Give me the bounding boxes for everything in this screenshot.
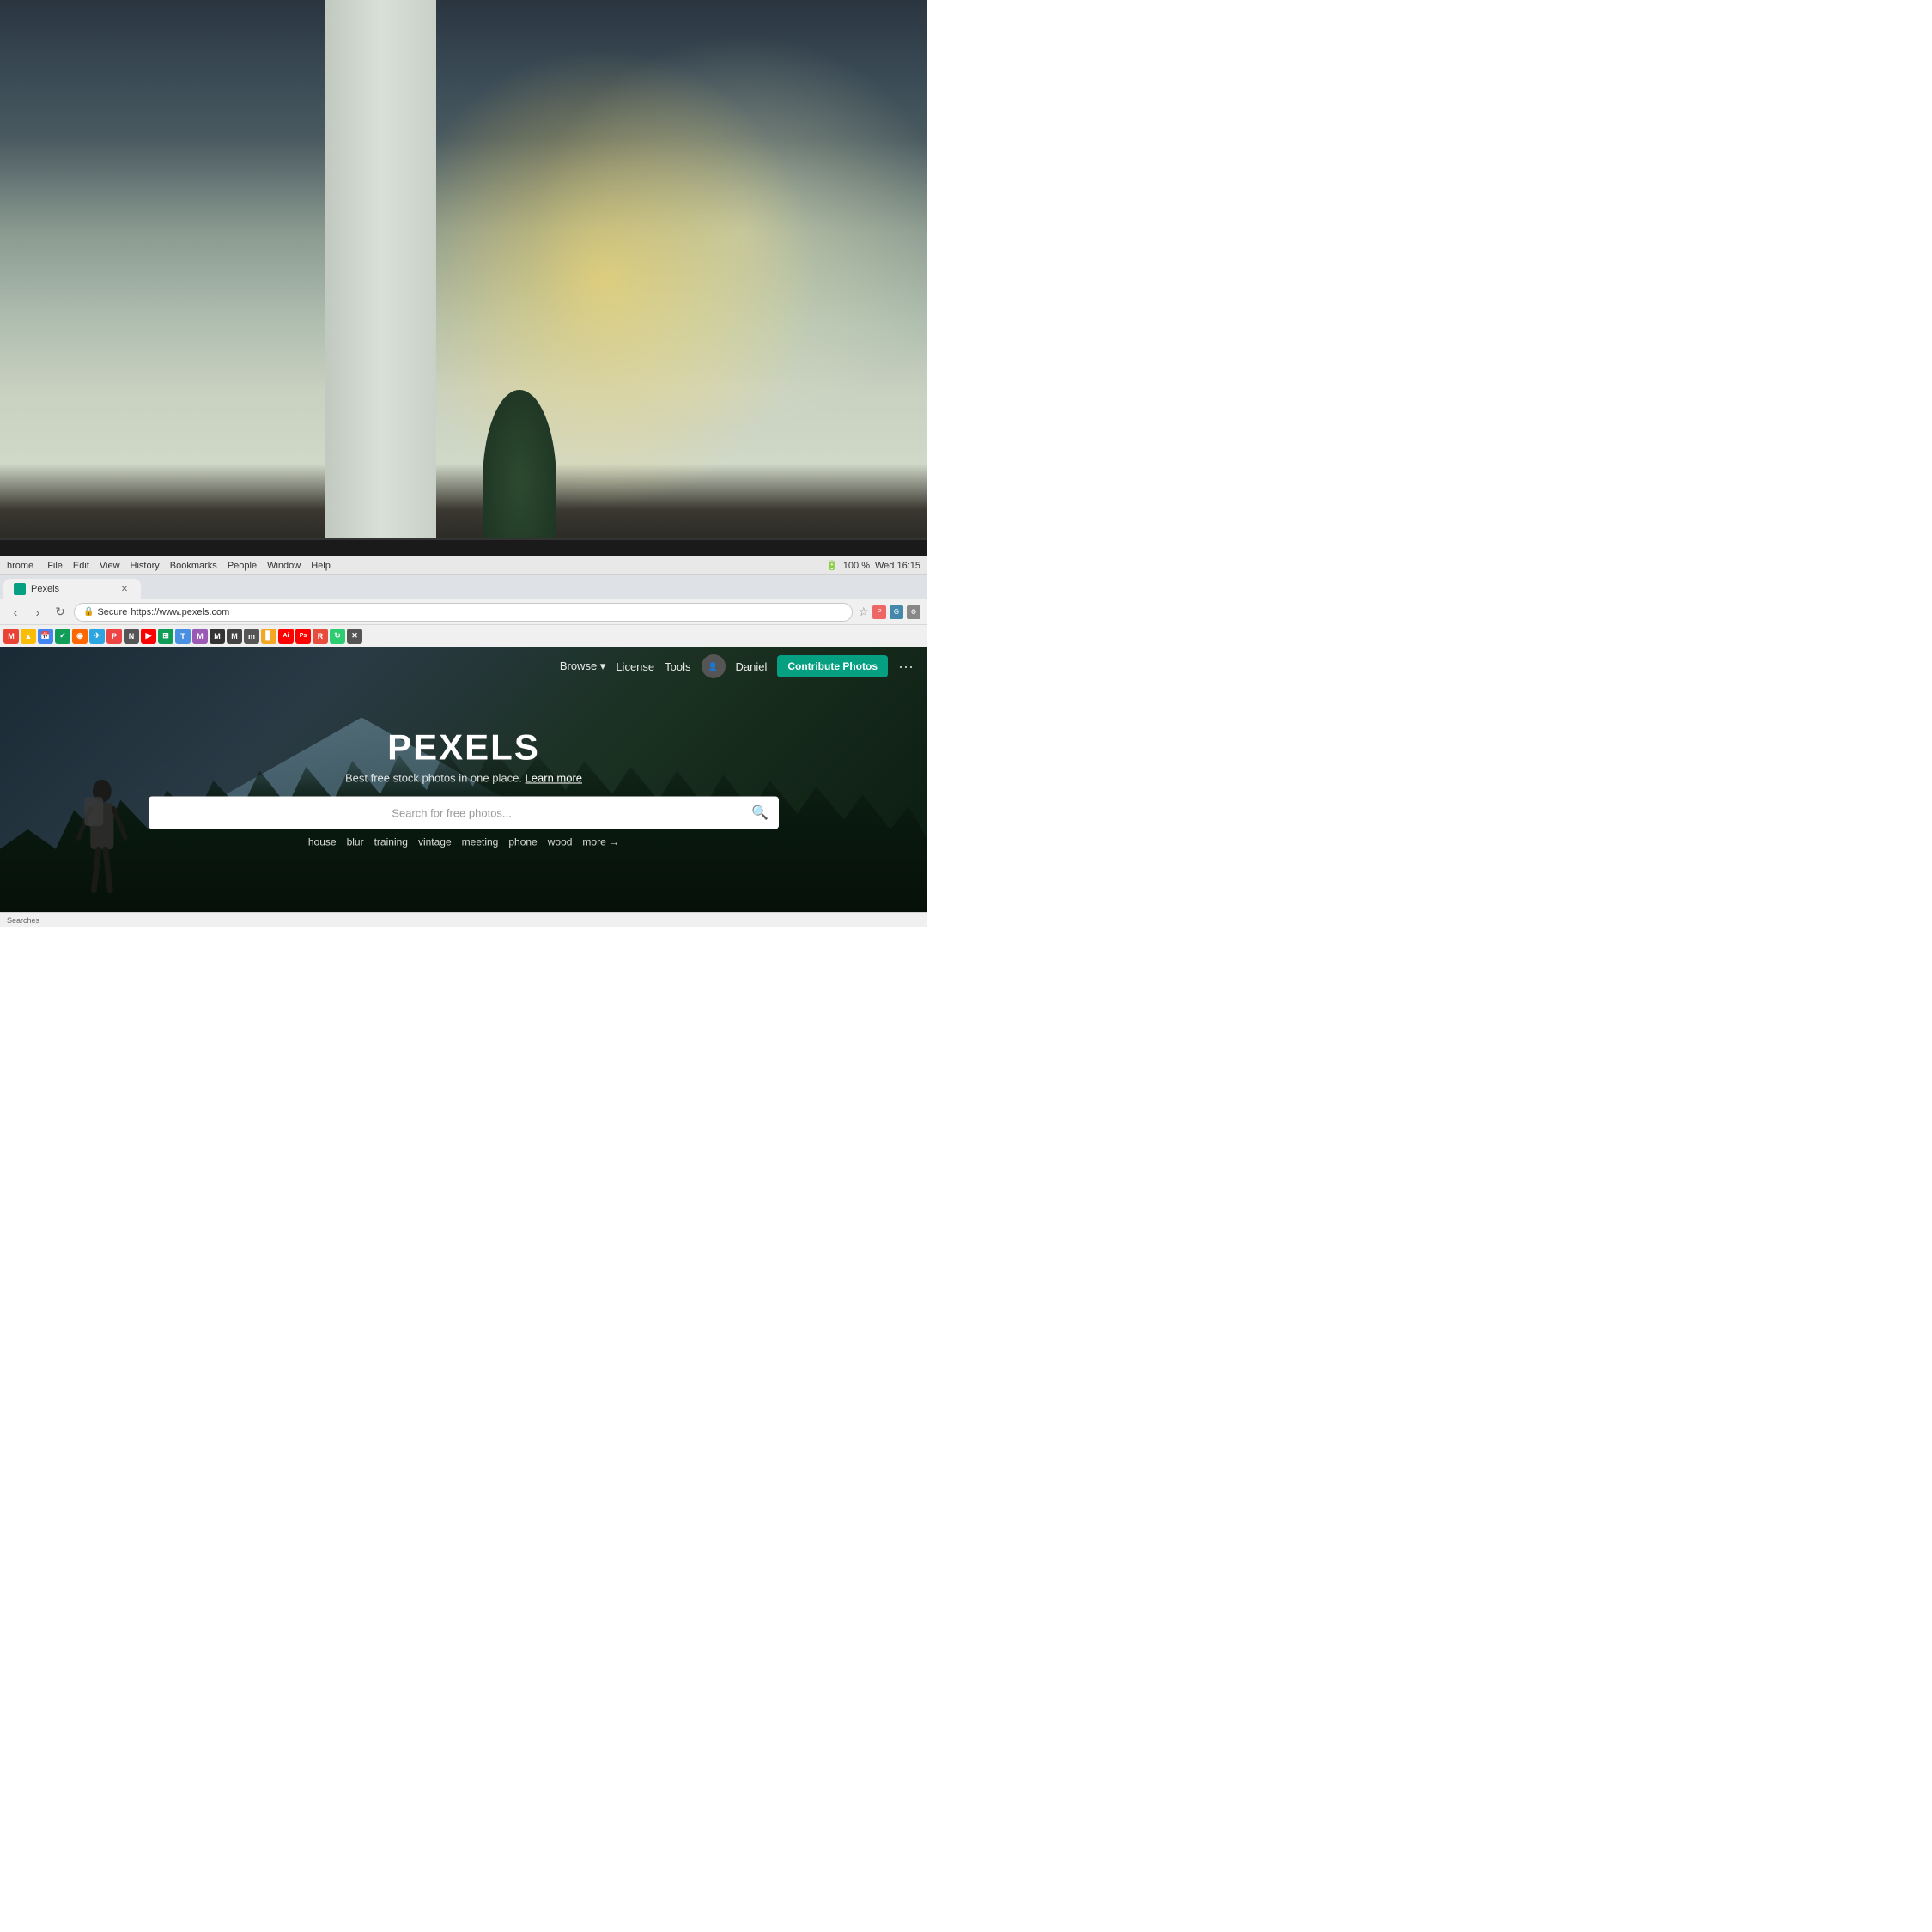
secure-icon: 🔒 — [83, 607, 94, 617]
ext-pdf[interactable]: P — [106, 629, 122, 644]
address-icons: ☆ P G ⚙ — [858, 605, 920, 619]
pexels-website: Browse ▾ License Tools 👤 Daniel Contribu… — [0, 647, 927, 927]
ext-tool2[interactable]: M — [192, 629, 208, 644]
ext-refresh[interactable]: ↻ — [330, 629, 345, 644]
ext-bar-chart[interactable]: ▊ — [261, 629, 276, 644]
ext-gdrive[interactable]: ▲ — [21, 629, 36, 644]
pexels-tagline: Best free stock photos in one place. Lea… — [93, 772, 835, 785]
menu-bookmarks[interactable]: Bookmarks — [170, 561, 217, 571]
ext-notes[interactable]: N — [124, 629, 139, 644]
suggestion-house[interactable]: house — [308, 836, 337, 848]
battery-percentage: 100 % — [843, 561, 870, 571]
suggestion-phone[interactable]: phone — [508, 836, 537, 848]
suggestions-more[interactable]: more → — [582, 836, 619, 848]
ext-sheets[interactable]: ⊞ — [158, 629, 173, 644]
browse-nav-link[interactable]: Browse ▾ — [560, 659, 606, 673]
user-name-label: Daniel — [736, 660, 768, 673]
address-field[interactable]: 🔒 Secure https://www.pexels.com — [74, 603, 853, 622]
suggestion-blur[interactable]: blur — [347, 836, 364, 848]
pexels-hero-content: PEXELS Best free stock photos in one pla… — [93, 727, 835, 848]
secure-label: Secure — [97, 607, 127, 617]
clock: Wed 16:15 — [875, 561, 920, 571]
pexels-logo: PEXELS — [93, 727, 835, 769]
extension-icon-1[interactable]: P — [872, 605, 886, 619]
ext-telegram[interactable]: ✈ — [89, 629, 105, 644]
search-suggestions: house blur training vintage meeting phon… — [93, 836, 835, 848]
browser-status-bar: Searches — [0, 912, 927, 927]
extensions-bar: M ▲ 📅 ✓ ◉ ✈ P N ▶ ⊞ T M M M m ▊ Ai Ps R … — [0, 625, 927, 647]
url-text: https://www.pexels.com — [131, 607, 229, 617]
pexels-navbar: Browse ▾ License Tools 👤 Daniel Contribu… — [0, 647, 927, 685]
browser-tab-pexels[interactable]: Pexels ✕ — [3, 579, 141, 599]
ext-adobe2[interactable]: Ps — [295, 629, 311, 644]
tab-title: Pexels — [31, 584, 59, 594]
license-nav-link[interactable]: License — [616, 660, 654, 673]
ext-youtube[interactable]: ▶ — [141, 629, 156, 644]
tools-nav-link[interactable]: Tools — [665, 660, 690, 673]
menu-history[interactable]: History — [131, 561, 160, 571]
menu-view[interactable]: View — [100, 561, 120, 571]
battery-icon: 🔋 — [826, 560, 838, 571]
menu-items: File Edit View History Bookmarks People … — [47, 561, 331, 571]
ext-calendar[interactable]: 📅 — [38, 629, 53, 644]
status-text: Searches — [7, 916, 39, 925]
ext-tool1[interactable]: T — [175, 629, 191, 644]
reload-button[interactable]: ↻ — [52, 604, 69, 621]
mac-menubar: hrome File Edit View History Bookmarks P… — [0, 556, 927, 575]
ext-task[interactable]: ✓ — [55, 629, 70, 644]
tab-close-button[interactable]: ✕ — [118, 583, 131, 595]
suggestion-training[interactable]: training — [374, 836, 408, 848]
learn-more-link[interactable]: Learn more — [526, 772, 582, 785]
contribute-photos-button[interactable]: Contribute Photos — [777, 655, 888, 677]
menu-help[interactable]: Help — [311, 561, 331, 571]
ext-circle[interactable]: ◉ — [72, 629, 88, 644]
suggestion-meeting[interactable]: meeting — [462, 836, 499, 848]
ext-reeder[interactable]: R — [313, 629, 328, 644]
address-bar-row: ‹ › ↻ 🔒 Secure https://www.pexels.com ☆ … — [0, 599, 927, 625]
bookmark-star-icon[interactable]: ☆ — [858, 605, 869, 619]
browser-tabs-bar: Pexels ✕ — [0, 575, 927, 599]
search-icon[interactable]: 🔍 — [751, 805, 769, 822]
menu-file[interactable]: File — [47, 561, 63, 571]
tab-favicon — [14, 583, 26, 595]
app-name: hrome — [7, 561, 33, 571]
back-button[interactable]: ‹ — [7, 604, 24, 621]
extension-icon-3[interactable]: ⚙ — [907, 605, 920, 619]
menu-window[interactable]: Window — [267, 561, 301, 571]
menu-people[interactable]: People — [228, 561, 257, 571]
ext-medium3[interactable]: m — [244, 629, 259, 644]
extension-icon-2[interactable]: G — [890, 605, 903, 619]
browser-window: hrome File Edit View History Bookmarks P… — [0, 556, 927, 927]
ext-adobe[interactable]: Ai — [278, 629, 294, 644]
ext-gmail[interactable]: M — [3, 629, 19, 644]
pexels-search-bar[interactable]: Search for free photos... 🔍 — [149, 797, 779, 829]
pexels-nav-right: Browse ▾ License Tools 👤 Daniel Contribu… — [560, 654, 914, 678]
search-input[interactable]: Search for free photos... — [159, 806, 744, 819]
ext-medium2[interactable]: M — [227, 629, 242, 644]
user-avatar[interactable]: 👤 — [702, 654, 726, 678]
ext-medium[interactable]: M — [210, 629, 225, 644]
system-tray: 🔋 100 % Wed 16:15 — [826, 560, 920, 571]
office-pillar — [325, 0, 436, 575]
ext-x[interactable]: ✕ — [347, 629, 362, 644]
forward-button[interactable]: › — [29, 604, 46, 621]
nav-more-button[interactable]: ··· — [898, 658, 914, 676]
menu-edit[interactable]: Edit — [73, 561, 89, 571]
suggestion-wood[interactable]: wood — [548, 836, 573, 848]
suggestion-vintage[interactable]: vintage — [418, 836, 452, 848]
